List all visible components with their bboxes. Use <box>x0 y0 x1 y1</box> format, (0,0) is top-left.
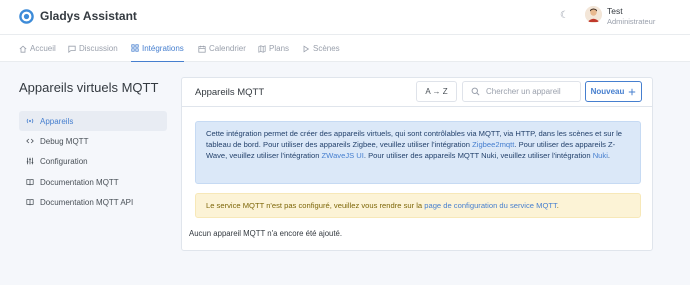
zigbee2mqtt-link[interactable]: Zigbee2mqtt <box>472 140 514 149</box>
card-header: Appareils MQTT A → Z Nouveau <box>182 78 652 107</box>
sidebar-item-label: Debug MQTT <box>40 136 89 146</box>
grid-icon <box>131 44 139 52</box>
info-alert: Cette intégration permet de créer des ap… <box>195 121 641 184</box>
tab-scenes[interactable]: Scènes <box>302 35 340 62</box>
search-input[interactable] <box>486 87 571 96</box>
code-icon <box>26 138 34 144</box>
search-icon <box>471 87 480 96</box>
tab-accueil[interactable]: Accueil <box>19 35 56 62</box>
new-button-label: Nouveau <box>590 87 625 96</box>
sidebar-item-appareils[interactable]: Appareils <box>19 111 167 131</box>
message-icon <box>68 45 76 53</box>
user-role: Administrateur <box>607 17 656 26</box>
search-field[interactable] <box>462 81 581 102</box>
book-icon <box>26 199 34 206</box>
card-title: Appareils MQTT <box>195 87 265 98</box>
home-icon <box>19 45 27 53</box>
tab-calendrier[interactable]: Calendrier <box>198 35 246 62</box>
tab-label: Accueil <box>30 44 56 53</box>
tab-label: Plans <box>269 44 290 53</box>
calendar-icon <box>198 45 206 53</box>
play-icon <box>303 44 310 53</box>
user-name[interactable]: Test <box>607 6 623 16</box>
nuki-link[interactable]: Nuki <box>593 151 608 160</box>
top-bar: Gladys Assistant ☾ Test Administrateur <box>0 0 690 35</box>
page-title: Appareils virtuels MQTT <box>19 80 159 95</box>
sidebar-item-configuration[interactable]: Configuration <box>19 151 167 171</box>
tab-plans[interactable]: Plans <box>258 35 289 62</box>
mqtt-config-link[interactable]: page de configuration du service MQTT <box>424 201 557 210</box>
dark-mode-icon[interactable]: ☾ <box>560 10 570 22</box>
radio-icon <box>26 118 34 124</box>
sidebar-item-label: Documentation MQTT API <box>40 197 134 207</box>
plus-icon <box>629 88 636 95</box>
gladys-logo-icon[interactable] <box>19 9 34 24</box>
warning-text: . <box>556 201 559 210</box>
main-nav: Accueil Discussion Intégrations Calendri… <box>0 35 690 62</box>
tab-label: Intégrations <box>142 43 184 53</box>
sidebar-item-label: Configuration <box>40 156 88 166</box>
empty-state-text: Aucun appareil MQTT n'a encore été ajout… <box>189 229 343 238</box>
sort-select[interactable]: A → Z <box>416 81 457 102</box>
sidebar-item-documentation-mqtt-api[interactable]: Documentation MQTT API <box>19 192 167 212</box>
tab-discussion[interactable]: Discussion <box>68 35 118 62</box>
sliders-icon <box>26 157 34 165</box>
sidebar-item-label: Appareils <box>40 116 74 126</box>
tab-integrations[interactable]: Intégrations <box>131 35 184 62</box>
info-text: . <box>607 150 611 160</box>
sidebar-item-label: Documentation MQTT <box>40 177 119 187</box>
warning-alert: Le service MQTT n'est pas configuré, veu… <box>195 193 641 218</box>
sidebar-item-debug-mqtt[interactable]: Debug MQTT <box>19 131 167 151</box>
zwavejs-link[interactable]: ZWaveJS UI <box>322 151 364 160</box>
tab-label: Scènes <box>313 44 340 53</box>
book-icon <box>26 179 34 186</box>
map-icon <box>258 44 266 53</box>
app-title[interactable]: Gladys Assistant <box>40 9 137 23</box>
avatar[interactable] <box>585 6 602 23</box>
info-text: . Pour utiliser des appareils MQTT Nuki,… <box>363 150 593 160</box>
warning-text: Le service MQTT n'est pas configuré, veu… <box>206 201 425 210</box>
new-device-button[interactable]: Nouveau <box>585 81 642 102</box>
tab-label: Discussion <box>79 44 118 53</box>
sidebar-item-documentation-mqtt[interactable]: Documentation MQTT <box>19 172 167 192</box>
devices-card: Appareils MQTT A → Z Nouveau Cette intég… <box>181 77 653 251</box>
tab-label: Calendrier <box>209 44 246 53</box>
